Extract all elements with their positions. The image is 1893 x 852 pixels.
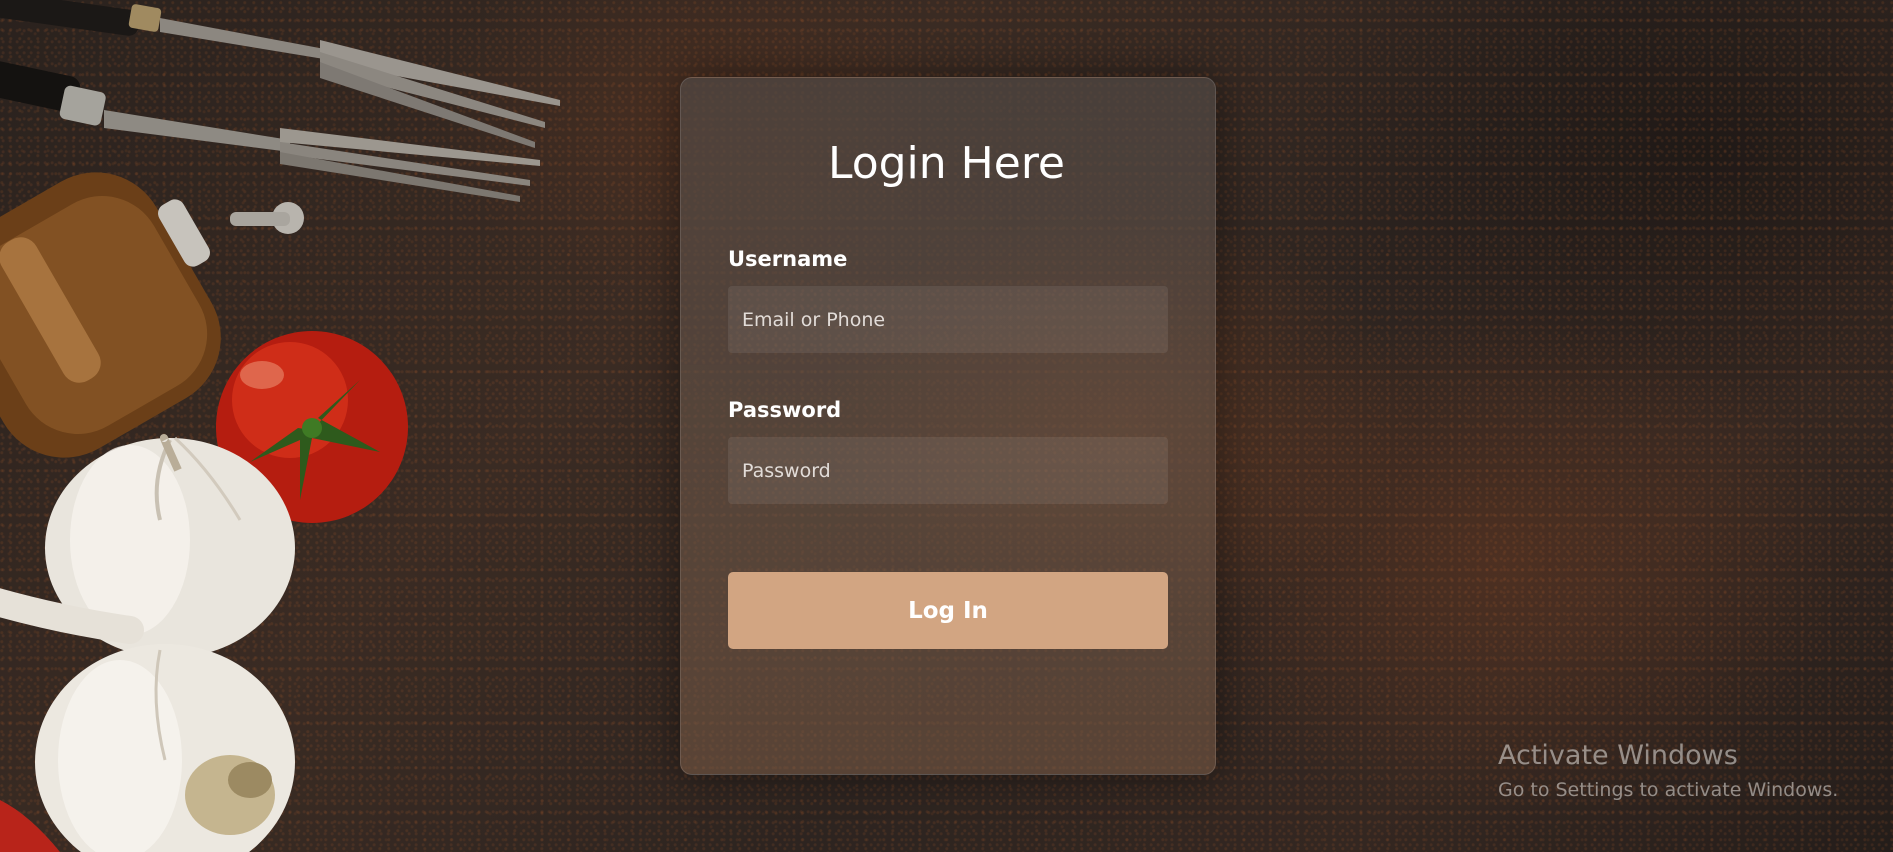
food-decoration: [0, 0, 560, 852]
username-label: Username: [728, 247, 848, 271]
watermark-subtitle: Go to Settings to activate Windows.: [1498, 779, 1839, 801]
fork-icon: [0, 0, 560, 148]
watermark-title: Activate Windows: [1498, 740, 1738, 771]
garlic-icon: [35, 644, 295, 852]
username-input[interactable]: [728, 286, 1168, 353]
password-label: Password: [728, 398, 842, 422]
login-button[interactable]: Log In: [728, 572, 1168, 649]
login-title: Login Here: [827, 138, 1066, 189]
garlic-icon: [0, 434, 295, 658]
activate-windows-watermark: Activate Windows Go to Settings to activ…: [1498, 742, 1838, 801]
password-input[interactable]: [728, 437, 1168, 504]
